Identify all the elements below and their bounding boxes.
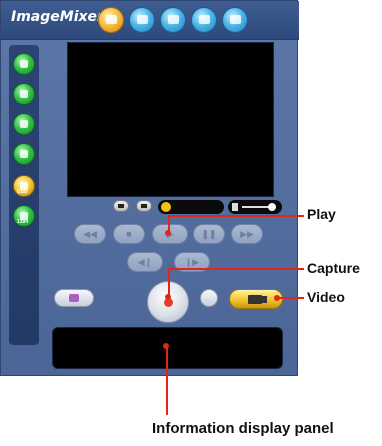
ieee-label: 1394 [17,219,29,225]
folder-1-icon [20,60,28,68]
frame-forward-icon: ❙▶ [184,256,200,267]
fast-forward-icon: ▶▶ [240,228,254,239]
sidebar-button-2[interactable] [13,83,35,105]
capture-icon [106,15,117,24]
capture-callout-hline [168,268,304,270]
settings-icon [199,15,210,24]
sidebar-button-1394[interactable]: 1394 [13,205,35,227]
capture-callout-vline [168,268,170,296]
snapshot-icon [141,204,147,208]
export-mode-button[interactable] [222,7,248,33]
capture-mode-button[interactable] [98,7,124,33]
video-preview-screen [67,42,274,197]
stop-icon: ■ [126,229,132,239]
time-counter [158,200,224,214]
frame-back-icon: ◀❙ [137,256,153,267]
rewind-button[interactable]: ◀◀ [74,224,106,244]
play-callout-vline [168,215,170,232]
video-callout-label: Video [307,289,345,305]
play-callout-label: Play [307,206,336,222]
video-camera-lens [262,296,267,303]
display-mode-button[interactable] [113,200,129,212]
folder-2-icon [20,90,28,98]
export-icon [230,15,241,24]
capture-callout-label: Capture [307,260,360,276]
still-photo-button[interactable] [54,289,94,307]
stop-button[interactable]: ■ [113,224,145,244]
panel-callout-vline [166,346,168,415]
print-icon [168,15,179,24]
pause-button[interactable]: ❚❚ [193,224,225,244]
sidebar-button-usb[interactable]: USB [13,175,35,197]
pause-icon: ❚❚ [201,228,217,239]
small-round-button[interactable] [200,289,218,307]
app-logo: ImageMixer [11,9,104,25]
top-toolbar: ImageMixer [1,1,299,40]
video-camera-icon [248,295,262,304]
usb-label: USB [17,189,28,195]
sidebar-button-1[interactable] [13,53,35,75]
album-mode-button[interactable] [129,7,155,33]
play-callout-hline [168,215,304,217]
left-sidebar: USB 1394 [9,45,39,345]
sidebar-button-3[interactable] [13,113,35,135]
frame-back-button[interactable]: ◀❙ [127,252,163,272]
sidebar-button-4[interactable] [13,143,35,165]
snapshot-mode-button[interactable] [136,200,152,212]
settings-mode-button[interactable] [191,7,217,33]
album-icon [137,15,148,24]
video-callout-hline [277,297,304,299]
volume-track [242,206,270,208]
speaker-icon [232,203,238,211]
photo-icon [69,294,79,302]
panel-callout-label: Information display panel [152,420,334,437]
wrench-icon [20,150,28,158]
clock-icon [161,202,171,212]
volume-knob[interactable] [268,203,276,211]
volume-slider[interactable] [228,200,282,214]
imagemixer-window: ImageMixer USB 1394 ◀◀ ■ ▶ ❚❚ ▶▶ ◀❙ ❙▶ [0,0,299,376]
print-mode-button[interactable] [160,7,186,33]
rewind-icon: ◀◀ [83,228,97,239]
display-icon [118,204,124,208]
disc-icon [20,120,28,128]
fast-forward-button[interactable]: ▶▶ [231,224,263,244]
